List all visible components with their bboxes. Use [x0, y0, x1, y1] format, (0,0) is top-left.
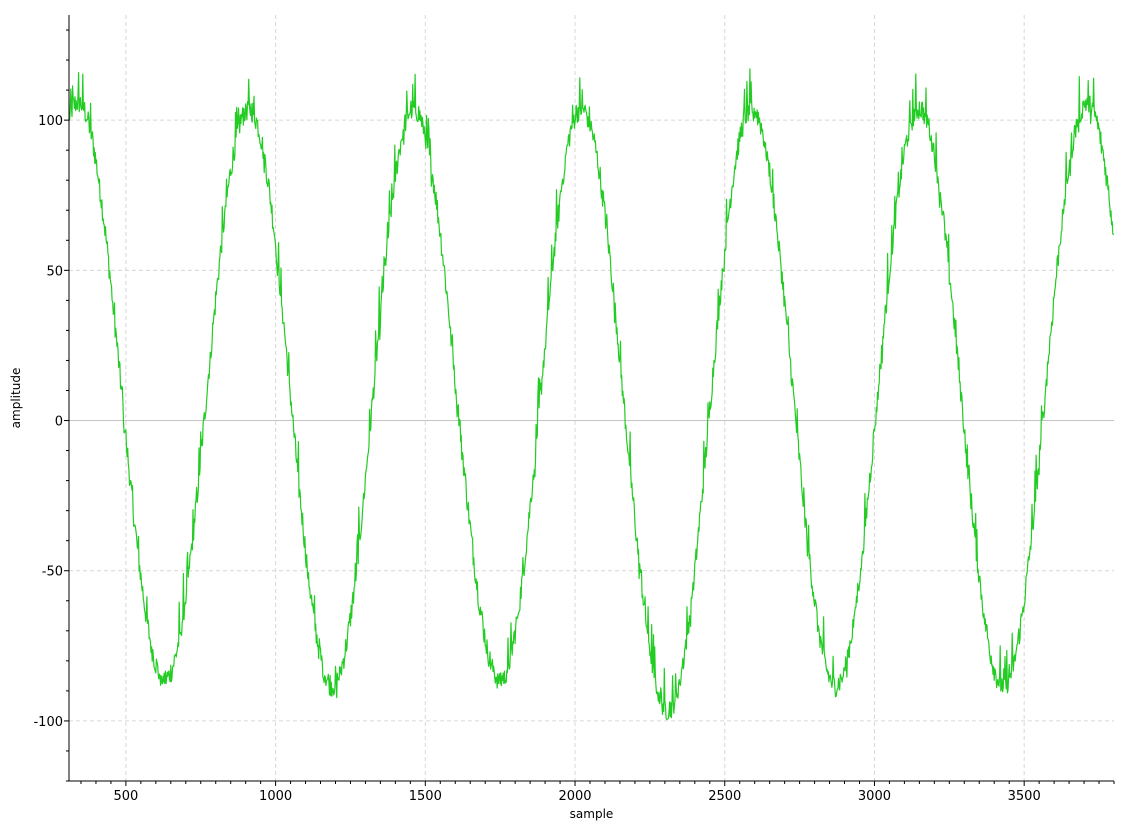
y-tick-label: 0: [55, 415, 63, 430]
tick-labels: 500 1000 1500 2000 2500 3000 3500 -100 -50 0 50 100: [33, 114, 1040, 804]
x-tick-label: 500: [113, 789, 138, 804]
y-tick-label: -100: [33, 715, 63, 730]
line-chart: 500 1000 1500 2000 2500 3000 3500 -100 -50 0 50 100…: [9, 15, 1115, 821]
y-tick-label: 100: [38, 114, 63, 129]
x-tick-label: 2500: [708, 789, 741, 804]
x-tick-label: 2000: [558, 789, 591, 804]
x-axis-title: sample: [570, 807, 614, 821]
axes: [64, 15, 1115, 786]
signal-line: [68, 68, 1114, 720]
x-tick-label: 3000: [858, 789, 891, 804]
x-tick-label: 3500: [1008, 789, 1041, 804]
y-tick-label: -50: [42, 565, 63, 580]
y-axis-title: amplitude: [9, 368, 23, 429]
x-tick-label: 1000: [259, 789, 292, 804]
y-tick-label: 50: [46, 264, 63, 279]
x-tick-label: 1500: [409, 789, 442, 804]
data-series: [68, 68, 1114, 720]
